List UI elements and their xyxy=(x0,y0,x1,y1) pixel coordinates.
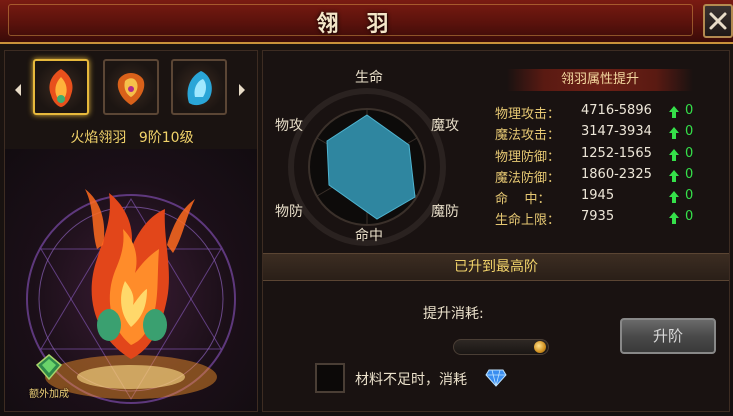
attribute-value: 3147-3934 xyxy=(581,124,652,140)
radar-label-bottom: 命中 xyxy=(355,228,383,244)
radar-label-upper-left: 物攻 xyxy=(275,118,303,134)
auto-consume-checkbox[interactable] xyxy=(315,363,345,393)
arrow-up-icon xyxy=(669,191,679,204)
radar-chart xyxy=(288,88,446,246)
wing-slot-blue[interactable] xyxy=(171,59,227,115)
auto-consume-label: 材料不足时，消耗 xyxy=(355,372,467,388)
attribute-name: 命 中： xyxy=(495,192,551,208)
arrow-up-icon xyxy=(669,148,679,161)
upgrade-cost-bar xyxy=(453,339,549,355)
selected-wing-title: 火焰翎羽 9阶10级 xyxy=(5,127,259,147)
attribute-increase: 0 xyxy=(685,124,694,140)
extra-bonus-button[interactable]: 额外加成 xyxy=(19,353,79,400)
arrow-up-icon xyxy=(669,127,679,140)
wing-window: 翎羽 火焰翎羽 9阶10级 额外加成 生命 物攻 魔攻 物防 魔防 命中 翎羽属… xyxy=(0,0,733,416)
attribute-value: 1945 xyxy=(581,188,615,204)
attribute-increase: 0 xyxy=(685,209,694,225)
attribute-name: 物理攻击： xyxy=(495,107,561,122)
attribute-panel: 生命 物攻 魔攻 物防 魔防 命中 翎羽属性提升 物理攻击： 4716-5896… xyxy=(262,50,730,412)
wing-selector-panel: 火焰翎羽 9阶10级 额外加成 xyxy=(4,50,258,412)
wing-slot-orange[interactable] xyxy=(103,59,159,115)
blue-wing-icon xyxy=(187,71,212,106)
attribute-radar: 生命 物攻 魔攻 物防 魔防 命中 xyxy=(275,59,499,255)
attribute-name: 魔法防御： xyxy=(495,170,561,186)
arrow-up-icon xyxy=(669,212,679,225)
arrow-up-icon xyxy=(669,169,679,182)
attribute-name: 生命上限： xyxy=(495,213,561,229)
extra-bonus-label: 额外加成 xyxy=(29,389,69,400)
attribute-value: 4716-5896 xyxy=(581,103,652,118)
diamond-icon xyxy=(485,369,507,387)
attribute-list: 物理攻击： 4716-5896 0 魔法攻击： 3147-3934 0 物理防御… xyxy=(495,103,725,231)
attribute-header: 翎羽属性提升 xyxy=(507,69,693,91)
arrow-left-icon[interactable] xyxy=(13,83,23,97)
attribute-value: 1252-1565 xyxy=(581,145,652,161)
coin-icon xyxy=(534,341,546,353)
bonus-gem-icon xyxy=(35,354,63,381)
attribute-row: 命 中： 1945 0 xyxy=(495,188,725,209)
arrow-up-icon xyxy=(669,106,679,118)
flame-wing-icon xyxy=(49,69,73,107)
attribute-increase: 0 xyxy=(685,188,694,204)
attribute-value: 7935 xyxy=(581,209,615,225)
upgrade-cost-label: 提升消耗: xyxy=(423,306,484,322)
attribute-increase: 0 xyxy=(685,145,694,161)
title-bar: 翎羽 xyxy=(0,0,733,44)
orange-wing-icon xyxy=(117,73,145,105)
upgrade-button[interactable]: 升阶 xyxy=(620,318,716,354)
max-stage-banner: 已升到最高阶 xyxy=(263,253,729,281)
attribute-name: 魔法攻击： xyxy=(495,128,561,144)
attribute-increase: 0 xyxy=(685,166,694,182)
attribute-name: 物理防御： xyxy=(495,149,561,165)
attribute-row: 魔法防御： 1860-2325 0 xyxy=(495,167,725,188)
wing-stage: 9阶10级 xyxy=(138,130,194,146)
attribute-value: 1860-2325 xyxy=(581,166,652,182)
radar-label-upper-right: 魔攻 xyxy=(431,118,459,134)
attribute-increase: 0 xyxy=(685,103,694,118)
close-icon xyxy=(709,12,727,30)
close-button[interactable] xyxy=(703,4,733,38)
attribute-row: 生命上限： 7935 0 xyxy=(495,209,725,230)
radar-label-lower-left: 物防 xyxy=(275,204,303,220)
attribute-row: 物理攻击： 4716-5896 0 xyxy=(495,103,725,124)
radar-label-lower-right: 魔防 xyxy=(431,204,459,220)
wing-slot-flame[interactable] xyxy=(33,59,89,115)
attribute-row: 物理防御： 1252-1565 0 xyxy=(495,146,725,167)
arrow-right-icon[interactable] xyxy=(237,83,247,97)
radar-label-top: 生命 xyxy=(355,70,383,86)
window-title: 翎羽 xyxy=(316,12,417,37)
attribute-row: 魔法攻击： 3147-3934 0 xyxy=(495,124,725,145)
wing-name: 火焰翎羽 xyxy=(70,130,127,146)
